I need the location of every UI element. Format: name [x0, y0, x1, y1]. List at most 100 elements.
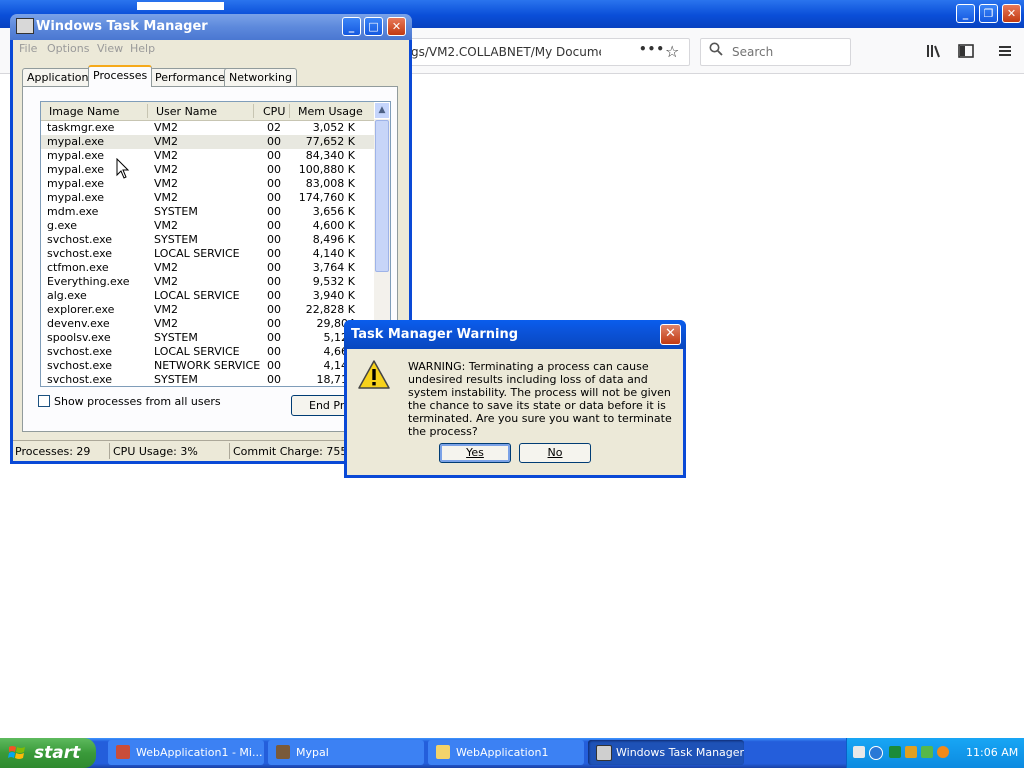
taskbar-item-mypal[interactable]: Mypal	[268, 740, 424, 765]
taskbar-item-webapplication-folder[interactable]: WebApplication1	[428, 740, 584, 765]
url-text[interactable]: gs/VM2.COLLABNET/My Documer	[411, 45, 601, 59]
status-cpu-usage: CPU Usage: 3%	[113, 445, 198, 458]
cell-user-name: VM2	[154, 317, 179, 330]
table-row[interactable]: g.exe VM2 00 4,600 K	[41, 219, 375, 233]
maximize-button[interactable]: □	[364, 17, 383, 36]
dialog-titlebar[interactable]: Task Manager Warning ✕	[344, 320, 686, 349]
start-button[interactable]: start	[0, 738, 96, 768]
cell-image-name: mypal.exe	[47, 135, 105, 148]
column-divider[interactable]	[253, 104, 254, 118]
cell-cpu: 00	[267, 163, 281, 176]
table-row[interactable]: svchost.exe NETWORK SERVICE 00 4,144	[41, 359, 375, 373]
cell-user-name: VM2	[154, 219, 179, 232]
table-row[interactable]: alg.exe LOCAL SERVICE 00 3,940 K	[41, 289, 375, 303]
bookmark-star-icon[interactable]: ☆	[665, 42, 679, 61]
processes-panel: Image Name User Name CPU Mem Usage taskm…	[22, 86, 398, 432]
table-row[interactable]: svchost.exe SYSTEM 00 18,716	[41, 373, 375, 386]
cell-image-name: svchost.exe	[47, 359, 113, 372]
table-row[interactable]: spoolsv.exe SYSTEM 00 5,120	[41, 331, 375, 345]
cell-user-name: SYSTEM	[154, 205, 198, 218]
table-row[interactable]: mypal.exe VM2 00 100,880 K	[41, 163, 375, 177]
tray-expand-icon[interactable]	[869, 746, 883, 760]
cell-mem-usage: 3,656 K	[312, 205, 355, 218]
search-tray-icon[interactable]	[937, 746, 949, 758]
browser-restore-button[interactable]: ❐	[979, 4, 998, 23]
scroll-thumb[interactable]	[375, 120, 389, 272]
browser-close-button[interactable]: ✕	[1002, 4, 1021, 23]
yes-button[interactable]: Yes	[439, 443, 511, 463]
cell-user-name: VM2	[154, 261, 179, 274]
minimize-button[interactable]: _	[342, 17, 361, 36]
task-manager-titlebar[interactable]: Windows Task Manager _ □ ✕	[10, 14, 412, 40]
table-row[interactable]: mypal.exe VM2 00 174,760 K	[41, 191, 375, 205]
menu-icon[interactable]	[998, 43, 1012, 62]
column-mem-usage[interactable]: Mem Usage	[298, 105, 363, 118]
page-actions-icon[interactable]: •••	[639, 42, 665, 56]
keyboard-icon[interactable]	[853, 746, 865, 758]
menu-options[interactable]: Options	[47, 42, 89, 55]
show-all-processes-label[interactable]: Show processes from all users	[54, 395, 221, 408]
cell-user-name: VM2	[154, 121, 179, 134]
cell-user-name: SYSTEM	[154, 373, 198, 386]
cell-image-name: taskmgr.exe	[47, 121, 115, 134]
dialog-close-button[interactable]: ✕	[660, 324, 681, 345]
app-tray-icon[interactable]	[905, 746, 917, 758]
browser-minimize-button[interactable]: _	[956, 4, 975, 23]
tab-networking[interactable]: Networking	[224, 68, 297, 86]
taskbar-item-task-manager[interactable]: Windows Task Manager	[588, 740, 744, 765]
cell-cpu: 00	[267, 373, 281, 386]
table-row[interactable]: taskmgr.exe VM2 02 3,052 K	[41, 121, 375, 135]
table-row[interactable]: mypal.exe VM2 00 77,652 K	[41, 135, 375, 149]
no-button[interactable]: No	[519, 443, 591, 463]
process-list[interactable]: Image Name User Name CPU Mem Usage taskm…	[40, 101, 376, 387]
taskmanager-icon	[596, 745, 612, 761]
table-row[interactable]: explorer.exe VM2 00 22,828 K	[41, 303, 375, 317]
search-input[interactable]: Search	[700, 38, 851, 66]
menu-bar: File Options View Help	[13, 40, 409, 58]
column-image-name[interactable]: Image Name	[49, 105, 119, 118]
menu-file[interactable]: File	[19, 42, 37, 55]
table-row[interactable]: mypal.exe VM2 00 83,008 K	[41, 177, 375, 191]
table-row[interactable]: devenv.exe VM2 00 29,804	[41, 317, 375, 331]
cell-image-name: g.exe	[47, 219, 77, 232]
column-user-name[interactable]: User Name	[156, 105, 217, 118]
cell-mem-usage: 83,008 K	[305, 177, 355, 190]
security-icon[interactable]	[921, 746, 933, 758]
cell-cpu: 00	[267, 303, 281, 316]
cell-image-name: svchost.exe	[47, 233, 113, 246]
sidebar-icon[interactable]	[958, 43, 974, 62]
table-row[interactable]: svchost.exe SYSTEM 00 8,496 K	[41, 233, 375, 247]
dialog-body: WARNING: Terminating a process can cause…	[347, 349, 683, 475]
cell-image-name: alg.exe	[47, 289, 87, 302]
search-placeholder: Search	[732, 45, 774, 59]
table-row[interactable]: ctfmon.exe VM2 00 3,764 K	[41, 261, 375, 275]
menu-view[interactable]: View	[97, 42, 123, 55]
taskbar-item-label: WebApplication1 - Mi...	[136, 746, 263, 759]
column-divider[interactable]	[147, 104, 148, 118]
taskmanager-icon	[16, 18, 34, 34]
column-cpu[interactable]: CPU	[263, 105, 285, 118]
table-row[interactable]: Everything.exe VM2 00 9,532 K	[41, 275, 375, 289]
table-row[interactable]: svchost.exe LOCAL SERVICE 00 4,140 K	[41, 247, 375, 261]
cell-mem-usage: 3,764 K	[312, 261, 355, 274]
table-row[interactable]: mypal.exe VM2 00 84,340 K	[41, 149, 375, 163]
window-title: Windows Task Manager	[36, 19, 208, 34]
cell-image-name: svchost.exe	[47, 247, 113, 260]
tab-processes[interactable]: Processes	[88, 65, 153, 87]
menu-help[interactable]: Help	[130, 42, 155, 55]
close-button[interactable]: ✕	[387, 17, 406, 36]
taskbar-item-webapplication-vs[interactable]: WebApplication1 - Mi...	[108, 740, 264, 765]
cell-user-name: VM2	[154, 303, 179, 316]
library-icon[interactable]	[926, 43, 942, 62]
cell-cpu: 00	[267, 135, 281, 148]
show-all-processes-checkbox[interactable]	[38, 395, 50, 407]
start-label: start	[34, 743, 81, 763]
table-row[interactable]: svchost.exe LOCAL SERVICE 00 4,664	[41, 345, 375, 359]
tab-performance[interactable]: Performance	[150, 68, 230, 86]
browser-tab-strip	[137, 2, 224, 10]
table-row[interactable]: mdm.exe SYSTEM 00 3,656 K	[41, 205, 375, 219]
column-divider[interactable]	[289, 104, 290, 118]
network-icon[interactable]	[889, 746, 901, 758]
scroll-up-arrow-icon[interactable]: ▲	[374, 102, 390, 119]
windows-logo-icon	[8, 746, 25, 759]
